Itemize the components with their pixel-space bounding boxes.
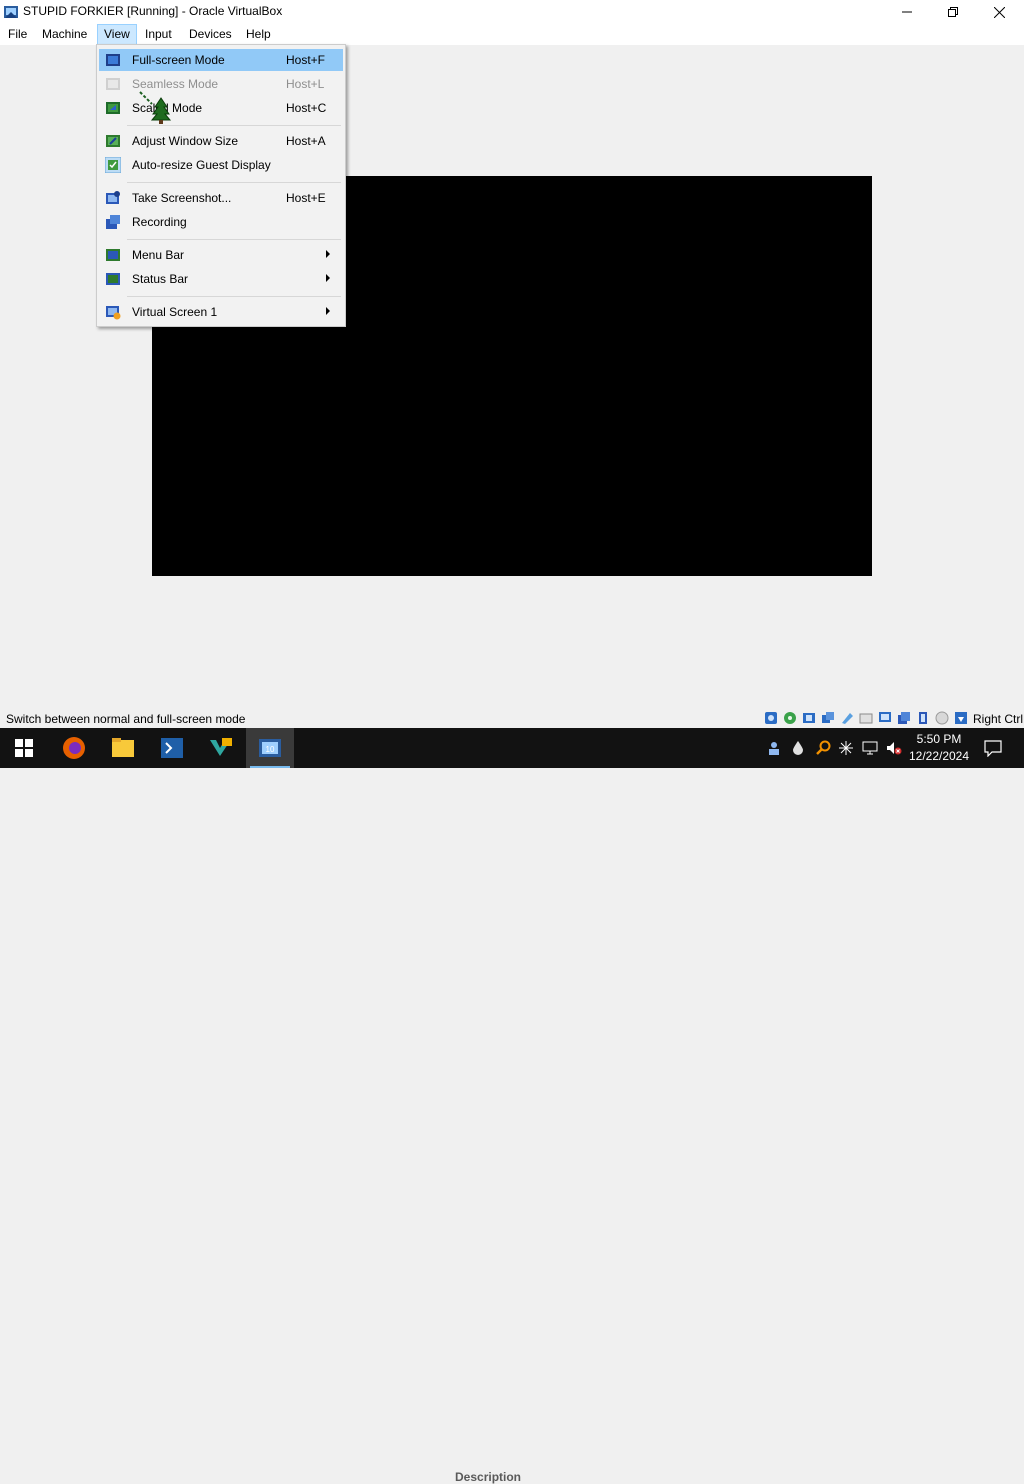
taskbar-virtualbox[interactable]: 10 xyxy=(246,728,294,768)
host-key-label[interactable]: Right Ctrl xyxy=(973,712,1023,726)
menu-item-fullscreen[interactable]: Full-screen Mode Host+F xyxy=(99,49,343,71)
monitor-icon[interactable] xyxy=(862,740,878,756)
menu-separator xyxy=(127,182,341,183)
menu-devices[interactable]: Devices xyxy=(183,24,238,45)
network-icon[interactable] xyxy=(821,711,835,725)
virtual-screen-icon xyxy=(106,306,121,320)
menu-bar-icon xyxy=(106,249,120,261)
usb-icon[interactable] xyxy=(840,711,854,725)
submenu-arrow-icon xyxy=(326,307,330,315)
firefox-icon xyxy=(63,737,85,759)
virtualbox-icon: 10 xyxy=(259,739,281,757)
menu-item-seamless[interactable]: Seamless Mode Host+L xyxy=(99,73,343,95)
screenshot-icon xyxy=(106,191,120,204)
menu-item-scaled[interactable]: Scaled Mode Host+C xyxy=(99,97,343,119)
submenu-arrow-icon xyxy=(326,250,330,258)
keyboard-icon[interactable] xyxy=(935,711,949,725)
virtualbox-icon xyxy=(4,6,18,18)
minimize-icon xyxy=(902,11,912,13)
people-icon[interactable] xyxy=(766,740,782,756)
visual-studio-icon xyxy=(210,738,232,756)
menu-item-virtual-screen-1[interactable]: Virtual Screen 1 xyxy=(99,301,343,323)
window-title: STUPID FORKIER [Running] - Oracle Virtua… xyxy=(23,4,283,18)
status-message: Switch between normal and full-screen mo… xyxy=(6,712,246,726)
menu-item-auto-resize[interactable]: Auto-resize Guest Display xyxy=(99,154,343,176)
taskbar: 10 Description 5:50 PM 12/22/2024 xyxy=(0,728,1024,1484)
menu-help[interactable]: Help xyxy=(240,24,277,45)
adjust-window-icon xyxy=(106,135,120,147)
taskbar-powershell[interactable] xyxy=(148,728,196,768)
menu-separator xyxy=(127,239,341,240)
audio-icon[interactable] xyxy=(802,711,816,725)
taskbar-firefox[interactable] xyxy=(50,728,98,768)
notification-icon[interactable] xyxy=(984,739,1002,757)
maximize-button[interactable] xyxy=(930,0,976,24)
scaled-icon xyxy=(106,102,120,114)
close-button[interactable] xyxy=(976,0,1022,24)
download-icon[interactable] xyxy=(954,711,968,725)
status-bar: Switch between normal and full-screen mo… xyxy=(0,707,1024,729)
menu-view[interactable]: View xyxy=(97,24,137,45)
menu-separator xyxy=(127,296,341,297)
cpu-icon[interactable] xyxy=(916,711,930,725)
file-explorer-icon xyxy=(112,738,134,757)
status-bar-icon xyxy=(106,273,120,285)
drop-icon[interactable] xyxy=(790,740,806,756)
search-icon[interactable] xyxy=(815,740,831,756)
hard-disk-icon[interactable] xyxy=(764,711,778,725)
menu-item-take-screenshot[interactable]: Take Screenshot... Host+E xyxy=(99,187,343,209)
menu-input[interactable]: Input xyxy=(139,24,178,45)
menu-item-recording[interactable]: Recording xyxy=(99,211,343,233)
recording-icon xyxy=(106,215,120,229)
view-menu: Full-screen Mode Host+F Seamless Mode Ho… xyxy=(96,44,346,327)
menu-file[interactable]: File xyxy=(2,24,33,45)
menu-item-adjust-window[interactable]: Adjust Window Size Host+A xyxy=(99,130,343,152)
start-button[interactable] xyxy=(0,728,48,768)
tree-cursor-icon xyxy=(139,91,172,124)
background-window-text: Description xyxy=(455,1470,522,1484)
svg-text:10: 10 xyxy=(266,745,275,754)
network-activity-icon[interactable] xyxy=(838,740,854,756)
menu-item-status-bar[interactable]: Status Bar xyxy=(99,268,343,290)
menu-machine[interactable]: Machine xyxy=(36,24,93,45)
submenu-arrow-icon xyxy=(326,274,330,282)
minimize-button[interactable] xyxy=(884,0,930,24)
restore-icon xyxy=(948,7,958,17)
taskbar-file-explorer[interactable] xyxy=(99,728,147,768)
auto-resize-icon xyxy=(105,157,121,173)
close-icon xyxy=(993,6,1005,18)
title-bar[interactable]: STUPID FORKIER [Running] - Oracle Virtua… xyxy=(0,0,1024,24)
clock-time[interactable]: 5:50 PM xyxy=(905,732,973,746)
menu-item-menu-bar[interactable]: Menu Bar xyxy=(99,244,343,266)
shared-folders-icon[interactable] xyxy=(859,711,873,725)
taskbar-visual-studio[interactable] xyxy=(197,728,245,768)
optical-drive-icon[interactable] xyxy=(783,711,797,725)
clock-date[interactable]: 12/22/2024 xyxy=(905,749,973,763)
fullscreen-icon xyxy=(106,54,120,66)
menu-separator xyxy=(127,125,341,126)
capture-icon[interactable] xyxy=(897,711,911,725)
volume-muted-icon[interactable] xyxy=(886,740,902,756)
menu-bar: File Machine View Input Devices Help xyxy=(0,24,1024,45)
windows-start-icon xyxy=(15,739,33,757)
seamless-icon xyxy=(106,78,120,90)
display-icon[interactable] xyxy=(878,711,892,725)
powershell-icon xyxy=(161,738,183,758)
